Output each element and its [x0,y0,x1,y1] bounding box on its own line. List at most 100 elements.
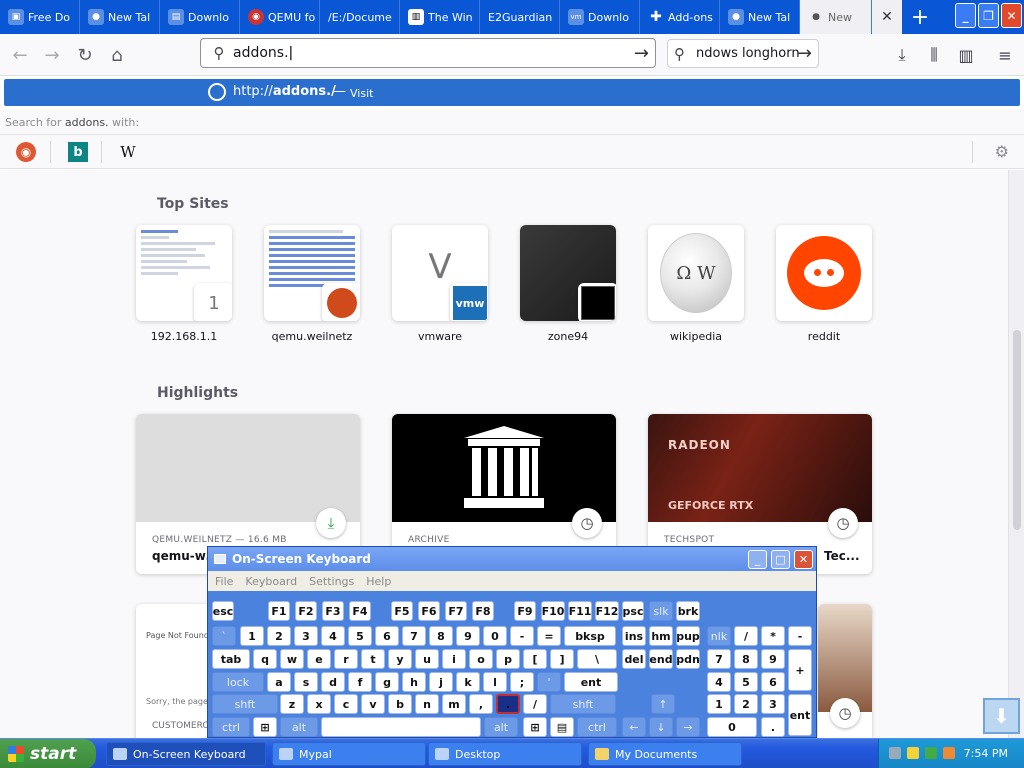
forward-icon[interactable]: → [40,43,64,67]
key[interactable]: [ [523,649,547,669]
highlight-card[interactable]: ◷ [818,604,872,738]
minimize-icon[interactable]: _ [748,550,767,569]
key[interactable]: k [456,672,480,692]
tab-free-do[interactable]: ▣ Free Do [0,0,80,34]
key[interactable]: F4 [349,601,371,621]
top-site-wikipedia[interactable]: Ω W wikipedia [648,225,744,343]
key[interactable]: 6 [375,626,399,646]
key[interactable]: shft [550,694,616,714]
page-scrollbar[interactable] [1008,170,1024,738]
key[interactable]: 0 [707,717,757,737]
back-icon[interactable]: ← [8,43,32,67]
key[interactable]: F9 [514,601,536,621]
tab-the-win[interactable]: ▥ The Win [400,0,480,34]
key[interactable]: ctrl [212,717,250,737]
key[interactable]: F2 [295,601,317,621]
search-bar[interactable]: ⚲ ndows longhorn → [667,39,819,68]
key[interactable]: → [676,717,700,737]
tab-qemu[interactable]: ◉ QEMU fo [240,0,320,34]
key[interactable]: - [510,626,534,646]
key[interactable]: 1 [707,694,731,714]
key[interactable]: 4 [707,672,731,692]
key[interactable]: c [334,694,358,714]
tab-new-active[interactable]: ● New [800,0,872,34]
home-icon[interactable]: ⌂ [105,43,129,67]
taskbar-item-mypal[interactable]: Mypal [272,742,426,766]
key[interactable]: brk [676,601,700,621]
key[interactable]: end [649,649,673,669]
shield-icon[interactable] [907,747,919,759]
key[interactable]: alt [484,717,518,737]
key[interactable] [321,717,481,737]
key[interactable]: v [361,694,385,714]
top-site-vmware[interactable]: V vmw vmware [392,225,488,343]
menu-keyboard[interactable]: Keyboard [245,575,297,588]
key[interactable]: slk [649,601,673,621]
new-tab-button[interactable]: + [902,0,938,34]
top-site-reddit[interactable]: reddit [776,225,872,343]
url-input[interactable]: addons. [233,45,289,61]
key[interactable]: alt [280,717,318,737]
key[interactable]: 3 [761,694,785,714]
key[interactable]: w [280,649,304,669]
key[interactable]: 8 [429,626,453,646]
key[interactable]: o [469,649,493,669]
tab-e2guardian[interactable]: E2Guardian [480,0,560,34]
key[interactable]: * [761,626,785,646]
key[interactable]: ' [537,672,561,692]
key[interactable]: 9 [456,626,480,646]
network-icon[interactable] [889,747,901,759]
url-suggestion[interactable]: http://addons./ — Visit [4,79,1020,106]
key[interactable]: ctrl [577,717,617,737]
key[interactable]: y [388,649,412,669]
key[interactable]: j [429,672,453,692]
key[interactable]: F12 [595,601,619,621]
key[interactable]: esc [212,601,234,621]
gear-icon[interactable]: ⚙ [995,142,1009,161]
tab-new-tal-2[interactable]: ● New Tal [720,0,800,34]
top-site-zone94[interactable]: zone94 [520,225,616,343]
search-input[interactable]: ndows longhorn [696,46,800,61]
key[interactable]: ent [564,672,618,692]
key[interactable]: a [267,672,291,692]
key[interactable]: , [469,694,493,714]
key[interactable]: 8 [734,649,758,669]
key[interactable]: ⊞ [253,717,277,737]
key[interactable]: psc [622,601,644,621]
key[interactable]: pdn [676,649,700,669]
key[interactable]: n [415,694,439,714]
key[interactable]: 5 [348,626,372,646]
key[interactable]: h [402,672,426,692]
key[interactable]: / [523,694,547,714]
key[interactable]: tab [212,649,250,669]
menu-icon[interactable]: ≡ [993,43,1017,67]
taskbar-item-desktop[interactable]: Desktop [428,742,582,766]
key[interactable]: q [253,649,277,669]
key[interactable]: nlk [707,626,731,646]
url-bar[interactable]: ⚲ addons. | → [200,38,656,68]
restore-icon[interactable]: ❐ [978,3,999,28]
key[interactable]: . [496,694,520,714]
safety-icon[interactable] [925,747,937,759]
duckduckgo-icon[interactable]: ◉ [16,142,36,162]
key[interactable]: hm [649,626,673,646]
key[interactable]: f [348,672,372,692]
key[interactable]: 2 [734,694,758,714]
key[interactable]: d [321,672,345,692]
key[interactable]: - [788,626,812,646]
key[interactable]: ` [212,626,236,646]
search-go-icon[interactable]: → [797,43,812,64]
key[interactable]: F10 [541,601,565,621]
key[interactable]: 0 [483,626,507,646]
key[interactable]: F5 [391,601,413,621]
key[interactable]: F7 [445,601,467,621]
key[interactable]: ▤ [550,717,574,737]
key[interactable]: 7 [707,649,731,669]
key[interactable]: ; [510,672,534,692]
key[interactable]: pup [676,626,700,646]
key[interactable]: 2 [267,626,291,646]
key[interactable]: 3 [294,626,318,646]
key[interactable]: + [788,649,812,691]
key[interactable]: r [334,649,358,669]
sidebar-icon[interactable]: ▥ [954,43,978,67]
